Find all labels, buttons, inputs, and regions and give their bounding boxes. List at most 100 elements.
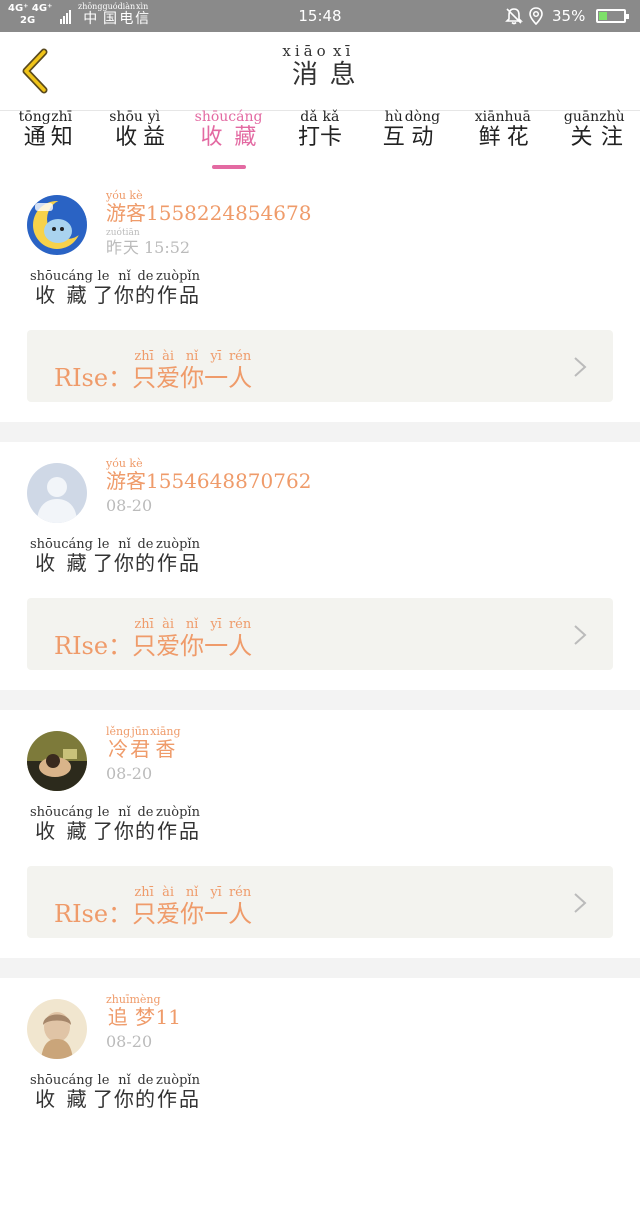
pinyin-char: 香xiāng (150, 726, 180, 761)
pinyin: cáng (61, 805, 93, 820)
pinyin: nǐ (113, 805, 135, 820)
pinyin: pǐn (179, 537, 201, 552)
hanzi: 的 (134, 1087, 156, 1111)
pinyin-char: 天tiān (122, 229, 140, 258)
hanzi: 游 (106, 469, 126, 493)
avatar[interactable] (27, 195, 87, 255)
work-link[interactable]: RIse：只zhī爱ài你nǐ一yī人rén (27, 598, 613, 670)
pinyin-char: 人rén (228, 618, 253, 660)
hanzi: 藏 (61, 551, 93, 575)
hanzi: 爱 (156, 364, 181, 392)
hanzi: 品 (179, 1087, 201, 1111)
work-link[interactable]: RIse：只zhī爱ài你nǐ一yī人rén (27, 330, 613, 402)
hanzi: 客 (126, 201, 146, 225)
avatar[interactable] (27, 999, 87, 1059)
hanzi: 追 (106, 1005, 130, 1029)
time-value: 08-20 (106, 1032, 153, 1051)
pinyin-char: 品pǐn (179, 538, 200, 575)
pinyin: zhuī (106, 993, 130, 1006)
pinyin: tiān (122, 228, 140, 238)
pinyin: yī (204, 617, 229, 632)
pinyin: nǐ (180, 349, 205, 364)
pinyin-char: 藏cáng (61, 1074, 93, 1111)
pinyin-char: 收shōu (109, 110, 143, 150)
sender-id: 11 (155, 1005, 181, 1029)
pinyin: jūn (130, 725, 151, 738)
pinyin-char: 益yì (143, 110, 165, 150)
hanzi: 了 (92, 283, 114, 307)
work-title: RIse：只zhī爱ài你nǐ一yī人rén (54, 350, 252, 393)
action-text: 收shōu藏cáng了le你nǐ的de作zuò品pǐn (30, 1074, 200, 1112)
hanzi: 了 (92, 551, 114, 575)
timestamp: 昨zuó天tiān 15:52 (106, 228, 190, 258)
sender-name[interactable]: 追zhuī梦mèng11 (106, 994, 181, 1030)
pinyin-char: 君jūn (130, 726, 150, 761)
hanzi: 藏 (61, 819, 93, 843)
hanzi: 注 (599, 125, 625, 150)
tab-check-in[interactable]: 打dǎ卡kǎ (274, 110, 365, 174)
sender-name[interactable]: 冷lěng君jūn香xiāng (106, 726, 181, 762)
work-link[interactable]: RIse：只zhī爱ài你nǐ一yī人rén (27, 866, 613, 938)
pinyin: de (134, 537, 156, 552)
hanzi: 收 (109, 125, 143, 150)
tab-earnings[interactable]: 收shōu益yì (91, 110, 182, 174)
pinyin-char: 一yī (204, 618, 228, 660)
tab-favorites[interactable]: 收shōu藏cáng (183, 110, 274, 174)
sender-name[interactable]: 游yóu客kè1554648870762 (106, 458, 311, 494)
pinyin: pǐn (179, 1073, 201, 1088)
pinyin-char: 打dǎ (298, 110, 320, 150)
avatar[interactable] (27, 731, 87, 791)
pinyin: nǐ (113, 537, 135, 552)
sender-id: 1554648870762 (146, 469, 312, 493)
pinyin: ài (156, 617, 181, 632)
hanzi: 收 (30, 551, 62, 575)
pinyin: shōu (194, 109, 229, 125)
pinyin-char: 了le (93, 806, 114, 843)
hanzi: 人 (228, 364, 253, 392)
pinyin: xiāng (150, 725, 181, 738)
hanzi: 昨 (106, 238, 123, 257)
pinyin: le (92, 537, 114, 552)
pinyin: zhī (132, 885, 157, 900)
clock: 15:48 (298, 7, 342, 25)
tab-interactions[interactable]: 互hù动dòng (366, 110, 457, 174)
pinyin: nǐ (113, 269, 135, 284)
work-author: RIse： (54, 364, 133, 392)
pinyin: zhù (599, 109, 625, 125)
pinyin-char: 藏cáng (61, 538, 93, 575)
hanzi: 收 (30, 1087, 62, 1111)
hanzi: 通 (18, 125, 51, 150)
hanzi: 游 (106, 201, 126, 225)
hanzi: 人 (228, 632, 253, 660)
hanzi: 作 (155, 551, 180, 575)
pinyin-char: 收shōu (195, 110, 229, 150)
pinyin: cáng (61, 269, 93, 284)
work-author: RIse： (54, 632, 133, 660)
photo-avatar-dark-icon (27, 731, 87, 791)
timestamp: 08-20 (106, 764, 152, 783)
pinyin: kǎ (319, 109, 342, 125)
pinyin-char: 爱ài (156, 350, 181, 392)
pinyin: xiān (474, 109, 505, 125)
sender-id: 15582248546​78 (146, 201, 312, 225)
pinyin-char: 卡kǎ (320, 110, 342, 150)
header: 消xiāo息xī (0, 32, 640, 111)
pinyin: de (134, 269, 156, 284)
hanzi: 鲜 (474, 125, 505, 150)
pinyin-char: 只zhī (132, 350, 156, 392)
hanzi: 你 (113, 551, 135, 575)
sender-name[interactable]: 游yóu客kè15582248546​78 (106, 190, 311, 226)
tab-notifications[interactable]: 通tōng知zhī (0, 110, 91, 174)
pinyin-char: 了le (92, 538, 114, 575)
pinyin-char: 昨zuó (106, 229, 123, 258)
pinyin: cáng (228, 109, 263, 125)
pinyin: shōu (30, 805, 62, 820)
pinyin: rén (228, 349, 253, 364)
timestamp: 08-20 (106, 1032, 152, 1051)
tab-following[interactable]: 关guān注zhù (549, 110, 640, 174)
pinyin: zhī (132, 617, 157, 632)
tab-flowers[interactable]: 鲜xiān花huā (457, 110, 548, 174)
avatar[interactable] (27, 463, 87, 523)
pinyin: dòng (404, 109, 441, 125)
pinyin: le (92, 1073, 114, 1088)
